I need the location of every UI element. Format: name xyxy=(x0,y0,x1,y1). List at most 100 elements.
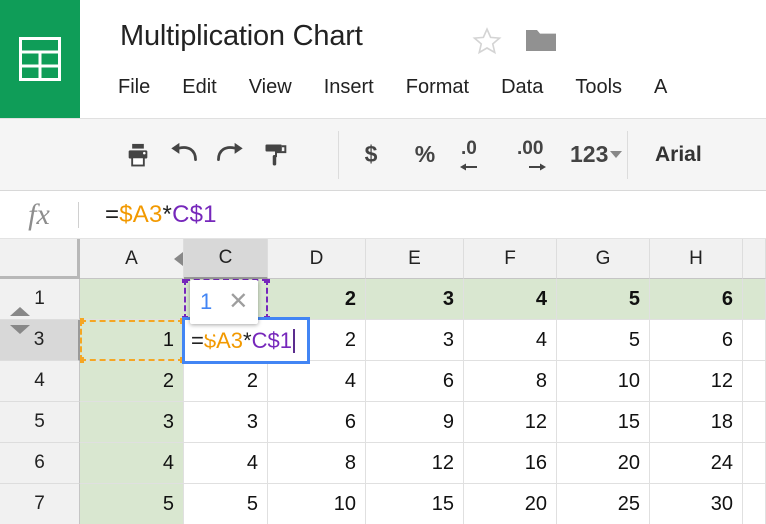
cell-G6[interactable]: 20 xyxy=(557,443,650,484)
font-name-selector[interactable]: Arial xyxy=(655,143,702,167)
menu-bar: File Edit View Insert Format Data Tools … xyxy=(118,70,667,104)
row-header-1-label: 1 xyxy=(34,288,45,310)
cell-F7[interactable]: 20 xyxy=(464,484,557,524)
cell-I6[interactable] xyxy=(743,443,766,484)
cell-D4[interactable]: 4 xyxy=(268,361,366,402)
chevron-down-icon xyxy=(610,151,622,158)
close-x-icon[interactable]: ✕ xyxy=(228,290,248,314)
redo-button[interactable] xyxy=(207,132,253,178)
cell-A1[interactable] xyxy=(80,279,184,320)
cell-H1[interactable]: 6 xyxy=(650,279,743,320)
row-header-7[interactable]: 7 xyxy=(0,484,80,524)
menu-format[interactable]: Format xyxy=(406,76,469,99)
cell-E1[interactable]: 3 xyxy=(366,279,464,320)
menu-data[interactable]: Data xyxy=(501,76,543,99)
print-button[interactable] xyxy=(115,132,161,178)
column-header-G[interactable]: G xyxy=(557,239,650,279)
chevron-left-icon[interactable] xyxy=(174,252,183,266)
row-header-5[interactable]: 5 xyxy=(0,402,80,443)
toolbar-group-actions xyxy=(115,119,299,190)
select-all-corner[interactable] xyxy=(0,239,80,279)
cell-I4[interactable] xyxy=(743,361,766,402)
cell-G1[interactable]: 5 xyxy=(557,279,650,320)
cell-H4[interactable]: 12 xyxy=(650,361,743,402)
formula-suggestion-tooltip[interactable]: 1 ✕ xyxy=(190,280,258,324)
paint-format-button[interactable] xyxy=(253,132,299,178)
row-header-3-label: 3 xyxy=(34,329,45,351)
cell-A5[interactable]: 3 xyxy=(80,402,184,443)
cell-H7[interactable]: 30 xyxy=(650,484,743,524)
cell-I3[interactable] xyxy=(743,320,766,361)
cell-C5[interactable]: 3 xyxy=(184,402,268,443)
cell-H5[interactable]: 18 xyxy=(650,402,743,443)
cell-A7[interactable]: 5 xyxy=(80,484,184,524)
cell-C4[interactable]: 2 xyxy=(184,361,268,402)
formula-bar-divider xyxy=(78,202,79,228)
cell-F1[interactable]: 4 xyxy=(464,279,557,320)
cell-I7[interactable] xyxy=(743,484,766,524)
cell-E7[interactable]: 15 xyxy=(366,484,464,524)
cell-D7[interactable]: 10 xyxy=(268,484,366,524)
cell-A6[interactable]: 4 xyxy=(80,443,184,484)
percent-format-button[interactable]: % xyxy=(402,132,448,178)
row-header-4[interactable]: 4 xyxy=(0,361,80,402)
cell-E3[interactable]: 3 xyxy=(366,320,464,361)
cell-G4[interactable]: 10 xyxy=(557,361,650,402)
row-header-3[interactable]: 3 xyxy=(0,320,80,361)
menu-tools[interactable]: Tools xyxy=(575,76,622,99)
toolbar-divider-2 xyxy=(627,131,628,179)
cell-D6[interactable]: 8 xyxy=(268,443,366,484)
text-caret xyxy=(293,329,295,353)
paint-format-roller-icon xyxy=(262,141,290,169)
menu-view[interactable]: View xyxy=(249,76,292,99)
decrease-decimal-button[interactable]: .0 xyxy=(456,132,502,178)
column-headers: A C D E F G H xyxy=(80,239,766,279)
column-header-I[interactable] xyxy=(743,239,766,279)
cell-F6[interactable]: 16 xyxy=(464,443,557,484)
cell-G3[interactable]: 5 xyxy=(557,320,650,361)
menu-addons[interactable]: A xyxy=(654,76,667,99)
column-header-E[interactable]: E xyxy=(366,239,464,279)
row-header-6[interactable]: 6 xyxy=(0,443,80,484)
column-header-H[interactable]: H xyxy=(650,239,743,279)
cell-C7[interactable]: 5 xyxy=(184,484,268,524)
increase-decimal-button[interactable]: .00 xyxy=(514,132,566,178)
document-title[interactable]: Multiplication Chart xyxy=(120,20,363,53)
column-header-C[interactable]: C xyxy=(184,239,268,279)
cell-E6[interactable]: 12 xyxy=(366,443,464,484)
cell-I5[interactable] xyxy=(743,402,766,443)
number-format-button[interactable]: 123 xyxy=(570,132,622,178)
cell-G5[interactable]: 15 xyxy=(557,402,650,443)
column-header-D[interactable]: D xyxy=(268,239,366,279)
row-header-1[interactable]: 1 xyxy=(0,279,80,320)
cell-F4[interactable]: 8 xyxy=(464,361,557,402)
cell-F5[interactable]: 12 xyxy=(464,402,557,443)
cell-A4[interactable]: 2 xyxy=(80,361,184,402)
currency-format-button[interactable]: $ xyxy=(348,132,394,178)
cell-G7[interactable]: 25 xyxy=(557,484,650,524)
cell-D5[interactable]: 6 xyxy=(268,402,366,443)
cell-I1[interactable] xyxy=(743,279,766,320)
menu-insert[interactable]: Insert xyxy=(324,76,374,99)
cell-A3[interactable]: 1 xyxy=(80,320,184,361)
folder-icon[interactable] xyxy=(525,27,557,53)
arrow-left-icon xyxy=(460,161,478,173)
menu-edit[interactable]: Edit xyxy=(182,76,216,99)
star-outline-icon[interactable] xyxy=(472,26,502,56)
menu-file[interactable]: File xyxy=(118,76,150,99)
toolbar-divider-1 xyxy=(338,131,339,179)
cell-E4[interactable]: 6 xyxy=(366,361,464,402)
cell-D1[interactable]: 2 xyxy=(268,279,366,320)
formula-input[interactable]: =$A3*C$1 xyxy=(105,201,217,229)
cell-E5[interactable]: 9 xyxy=(366,402,464,443)
cell-H3[interactable]: 6 xyxy=(650,320,743,361)
column-header-F[interactable]: F xyxy=(464,239,557,279)
expand-row-up-icon[interactable] xyxy=(10,307,30,316)
cell-F3[interactable]: 4 xyxy=(464,320,557,361)
sheets-logo[interactable] xyxy=(0,0,80,118)
decrease-decimal-label: .0 xyxy=(461,138,477,160)
undo-button[interactable] xyxy=(161,132,207,178)
cell-H6[interactable]: 24 xyxy=(650,443,743,484)
cell-C6[interactable]: 4 xyxy=(184,443,268,484)
expand-row-down-icon[interactable] xyxy=(10,325,30,334)
